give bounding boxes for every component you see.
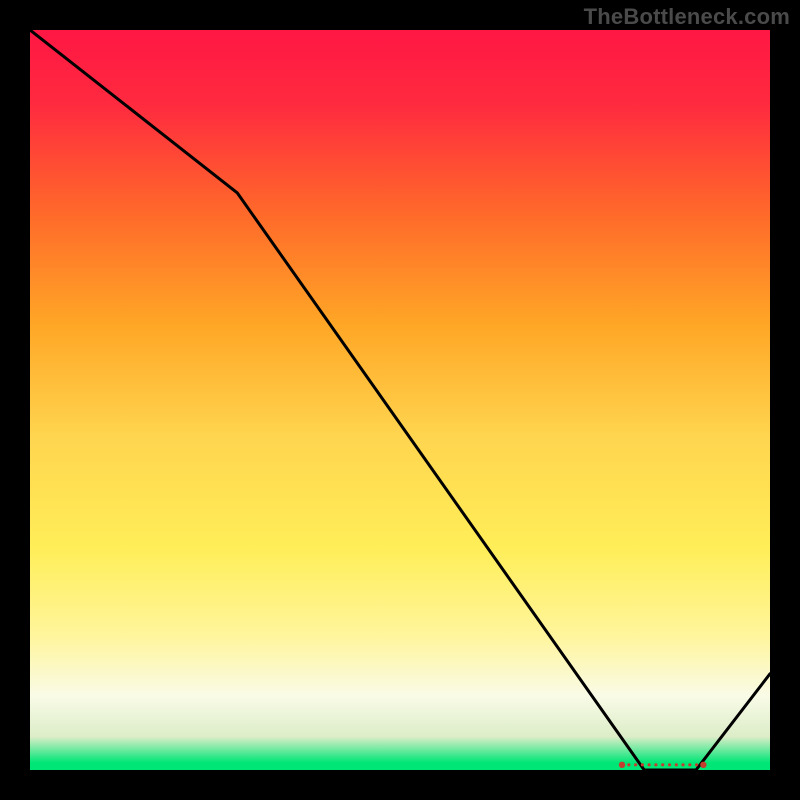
marker-dot [654,763,657,766]
gradient-background [30,30,770,770]
marker-dot [661,763,664,766]
marker-dot [627,763,630,766]
marker-dot [641,763,644,766]
marker-dot-left [619,762,625,768]
chart-stage: TheBottleneck.com [0,0,800,800]
marker-dot [648,763,651,766]
marker-dot-right [700,762,706,768]
marker-dot [688,763,691,766]
marker-dot [634,763,637,766]
marker-dot [695,763,698,766]
watermark-text: TheBottleneck.com [584,4,790,30]
chart-svg [30,30,770,770]
marker-dot [681,763,684,766]
marker-dot [668,763,671,766]
marker-dot [675,763,678,766]
